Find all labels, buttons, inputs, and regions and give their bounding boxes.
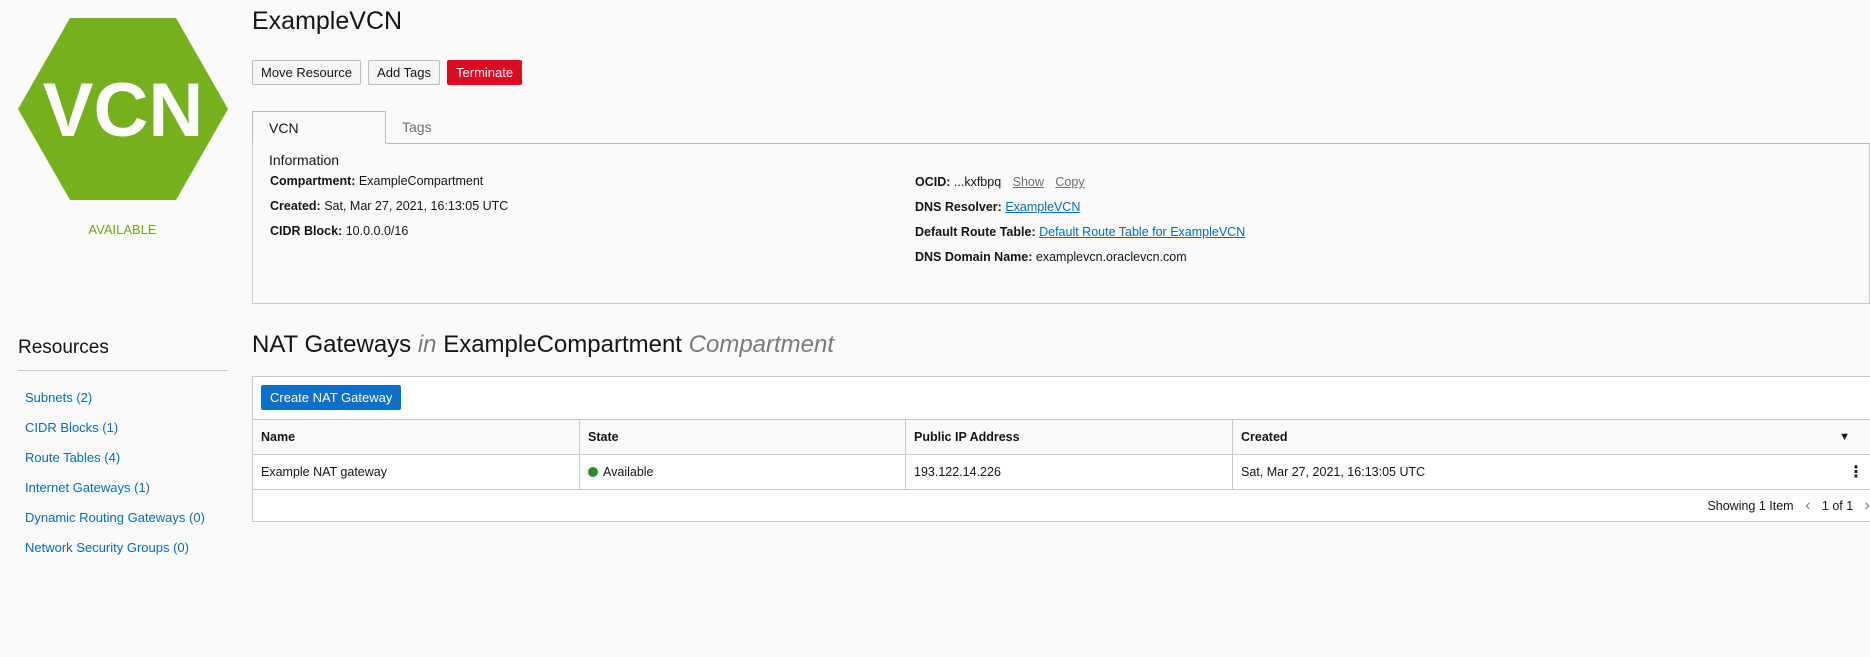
cell-state: Available [580,455,906,489]
resource-link-network-security-groups[interactable]: Network Security Groups (0) [25,540,205,570]
ocid-show-link[interactable]: Show [1013,175,1044,189]
col-header-created-label: Created [1241,430,1288,444]
action-bar: Move Resource Add Tags Terminate [252,60,523,85]
cidr-value: 10.0.0.0/16 [345,224,409,238]
cell-state-label: Available [603,465,654,479]
dns-domain-row: DNS Domain Name: examplevcn.oraclevcn.co… [915,250,1187,264]
nat-gateways-table: Create NAT Gateway Name State Public IP … [252,376,1870,522]
table-toolbar: Create NAT Gateway [261,385,402,410]
move-resource-button[interactable]: Move Resource [252,60,362,85]
pager-count: Showing 1 Item [1707,499,1794,513]
vcn-hexagon-icon: VCN [18,18,228,200]
cidr-label: CIDR Block: [270,224,343,238]
ocid-copy-link[interactable]: Copy [1055,175,1084,189]
tab-tags[interactable]: Tags [386,111,448,143]
dns-domain-value: examplevcn.oraclevcn.com [1035,250,1187,264]
ocid-label: OCID: [915,175,951,189]
resource-link-route-tables[interactable]: Route Tables (4) [25,450,205,480]
lifecycle-status: AVAILABLE [88,222,157,237]
cidr-row: CIDR Block: 10.0.0.0/16 [270,224,408,238]
nat-title-suffix: Compartment [688,331,835,358]
resource-link-internet-gateways[interactable]: Internet Gateways (1) [25,480,205,510]
created-label: Created: [270,199,321,213]
terminate-button[interactable]: Terminate [447,60,523,85]
table-grid: Name State Public IP Address Created ▼ E… [253,419,1870,490]
col-header-created[interactable]: Created ▼ [1233,420,1870,454]
dns-domain-label: DNS Domain Name: [915,250,1033,264]
ocid-row: OCID: ...kxfbpq Show Copy [915,175,1085,189]
resources-title: Resources [18,337,109,358]
col-header-public-ip[interactable]: Public IP Address [906,420,1233,454]
ocid-value: ...kxfbpq [953,175,1002,189]
page-title: ExampleVCN [252,7,403,35]
dns-resolver-label: DNS Resolver: [915,200,1002,214]
created-value: Sat, Mar 27, 2021, 16:13:05 UTC [324,199,509,213]
nat-title-in: in [417,331,437,358]
nat-section-title: NAT Gateways in ExampleCompartment Compa… [252,331,834,359]
add-tags-button[interactable]: Add Tags [368,60,441,85]
status-available-icon [588,467,598,477]
vcn-icon-text: VCN [43,68,203,153]
resources-divider [18,370,228,371]
cell-created: Sat, Mar 27, 2021, 16:13:05 UTC ⋮ [1233,455,1870,489]
route-table-link[interactable]: Default Route Table for ExampleVCN [1039,225,1245,239]
pager-next-icon[interactable]: › [1865,497,1870,514]
created-row: Created: Sat, Mar 27, 2021, 16:13:05 UTC [270,199,508,213]
resource-link-subnets[interactable]: Subnets (2) [25,390,205,420]
resource-link-cidr-blocks[interactable]: CIDR Blocks (1) [25,420,205,450]
compartment-row: Compartment: ExampleCompartment [270,174,483,188]
table-row[interactable]: Example NAT gateway Available 193.122.14… [253,454,1870,490]
sort-desc-icon[interactable]: ▼ [1839,431,1850,443]
table-pager: Showing 1 Item ‹ 1 of 1 › [1699,497,1870,515]
create-nat-gateway-button[interactable]: Create NAT Gateway [261,385,402,410]
nat-title-compartment: ExampleCompartment [443,331,682,358]
cell-created-label: Sat, Mar 27, 2021, 16:13:05 UTC [1241,465,1426,479]
vcn-info-panel: Compartment: ExampleCompartment Created:… [252,143,1870,304]
resource-link-dynamic-routing-gateways[interactable]: Dynamic Routing Gateways (0) [25,510,205,540]
dns-resolver-link[interactable]: ExampleVCN [1005,200,1080,214]
nat-title-main: NAT Gateways [252,331,412,358]
pager-prev-icon[interactable]: ‹ [1805,497,1810,514]
table-header-row: Name State Public IP Address Created ▼ [253,419,1870,454]
resources-list: Subnets (2) CIDR Blocks (1) Route Tables… [25,390,205,570]
col-header-state[interactable]: State [580,420,906,454]
row-actions-menu-icon[interactable]: ⋮ [1848,462,1864,482]
route-table-row: Default Route Table: Default Route Table… [915,225,1245,239]
col-header-name[interactable]: Name [253,420,580,454]
cell-name: Example NAT gateway [253,455,580,489]
compartment-value: ExampleCompartment [358,174,484,188]
tab-vcn-information[interactable]: VCN Information [252,111,386,168]
compartment-label: Compartment: [270,174,356,188]
tab-bar: VCN Information Tags [252,111,1870,168]
cell-public-ip: 193.122.14.226 [906,455,1233,489]
dns-resolver-row: DNS Resolver: ExampleVCN [915,200,1080,214]
pager-page: 1 of 1 [1821,499,1854,513]
route-table-label: Default Route Table: [915,225,1036,239]
